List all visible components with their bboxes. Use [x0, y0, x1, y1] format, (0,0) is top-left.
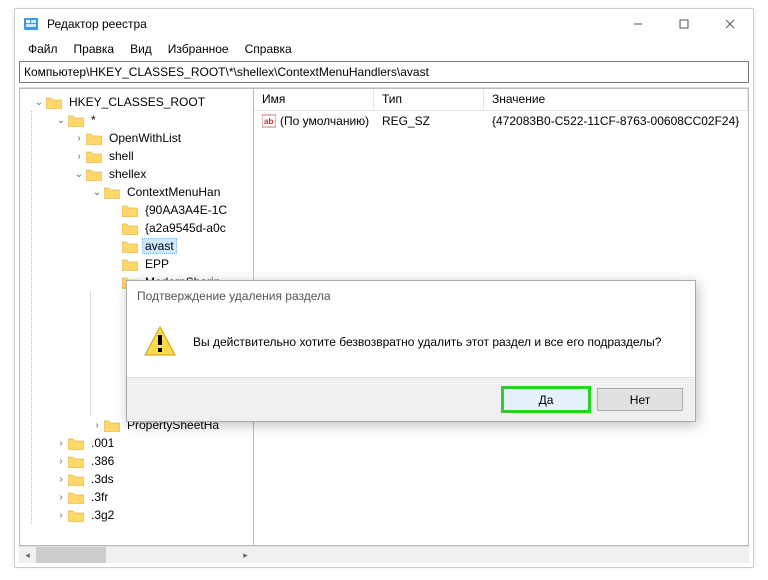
- expand-icon[interactable]: ⌄: [32, 97, 46, 108]
- expand-icon[interactable]: ›: [72, 133, 86, 144]
- tree-node-guid1[interactable]: {90AA3A4E-1C: [32, 201, 253, 219]
- scroll-right-button[interactable]: ▸: [237, 547, 254, 563]
- folder-icon: [122, 222, 138, 235]
- address-text: Компьютер\HKEY_CLASSES_ROOT\*\shellex\Co…: [24, 65, 429, 79]
- folder-icon: [68, 114, 84, 127]
- list-header: Имя Тип Значение: [254, 89, 748, 111]
- svg-text:ab: ab: [264, 117, 273, 126]
- folder-icon: [104, 186, 120, 199]
- scroll-left-button[interactable]: ◂: [19, 547, 36, 563]
- menu-view[interactable]: Вид: [123, 40, 159, 58]
- tree-node-openwith[interactable]: › OpenWithList: [32, 129, 253, 147]
- tree-node-3g2[interactable]: › .3g2: [32, 506, 253, 524]
- folder-icon: [122, 240, 138, 253]
- expand-icon[interactable]: ›: [54, 456, 68, 467]
- col-name[interactable]: Имя: [254, 89, 374, 110]
- expand-icon[interactable]: ›: [72, 151, 86, 162]
- tree-node-shell[interactable]: › shell: [32, 147, 253, 165]
- window-title: Редактор реестра: [47, 17, 147, 31]
- list-row-default[interactable]: ab (По умолчанию) REG_SZ {472083B0-C522-…: [254, 111, 748, 129]
- folder-icon: [86, 132, 102, 145]
- expand-icon[interactable]: ›: [54, 492, 68, 503]
- maximize-button[interactable]: [661, 9, 707, 39]
- minimize-button[interactable]: [615, 9, 661, 39]
- expand-icon[interactable]: ⌄: [54, 115, 68, 126]
- menu-file[interactable]: Файл: [21, 40, 65, 58]
- expand-icon[interactable]: ›: [90, 420, 104, 431]
- expand-icon[interactable]: ›: [54, 438, 68, 449]
- tree-node-avast[interactable]: avast: [32, 237, 253, 255]
- menu-favorites[interactable]: Избранное: [161, 40, 236, 58]
- tree-node-star[interactable]: ⌄ *: [32, 111, 253, 129]
- yes-button[interactable]: Да: [503, 388, 589, 411]
- string-value-icon: ab: [262, 114, 276, 128]
- expand-icon[interactable]: ›: [54, 510, 68, 521]
- folder-icon: [68, 437, 84, 450]
- cell-value: {472083B0-C522-11CF-8763-00608CC02F24}: [484, 114, 748, 128]
- expand-icon[interactable]: ⌄: [90, 187, 104, 198]
- menubar: Файл Правка Вид Избранное Справка: [15, 39, 753, 59]
- cell-type: REG_SZ: [374, 114, 484, 128]
- tree-node-3ds[interactable]: › .3ds: [32, 470, 253, 488]
- horizontal-scrollbar[interactable]: ◂ ▸: [19, 546, 749, 563]
- tree-node-001[interactable]: › .001: [32, 434, 253, 452]
- close-button[interactable]: [707, 9, 753, 39]
- folder-icon: [46, 96, 62, 109]
- tree-node-386[interactable]: › .386: [32, 452, 253, 470]
- titlebar: Редактор реестра: [15, 9, 753, 39]
- folder-icon: [122, 204, 138, 217]
- no-button[interactable]: Нет: [597, 388, 683, 411]
- confirm-delete-dialog: Подтверждение удаления раздела Вы действ…: [126, 280, 696, 422]
- tree-node-3fr[interactable]: › .3fr: [32, 488, 253, 506]
- folder-icon: [86, 168, 102, 181]
- folder-icon: [68, 509, 84, 522]
- col-type[interactable]: Тип: [374, 89, 484, 110]
- tree-node-epp[interactable]: EPP: [32, 255, 253, 273]
- folder-icon: [122, 258, 138, 271]
- folder-icon: [68, 455, 84, 468]
- tree-node-hkcr[interactable]: ⌄ HKEY_CLASSES_ROOT: [24, 93, 253, 111]
- folder-icon: [104, 419, 120, 432]
- col-value[interactable]: Значение: [484, 89, 748, 110]
- regedit-icon: [23, 16, 39, 32]
- scroll-thumb[interactable]: [36, 547, 106, 563]
- dialog-message: Вы действительно хотите безвозвратно уда…: [193, 335, 661, 349]
- tree-node-guid2[interactable]: {a2a9545d-a0c: [32, 219, 253, 237]
- warning-icon: [143, 325, 177, 359]
- menu-help[interactable]: Справка: [238, 40, 299, 58]
- dialog-title: Подтверждение удаления раздела: [127, 281, 695, 311]
- tree-node-cmh[interactable]: ⌄ ContextMenuHan: [32, 183, 253, 201]
- address-bar[interactable]: Компьютер\HKEY_CLASSES_ROOT\*\shellex\Co…: [19, 61, 749, 83]
- expand-icon[interactable]: ›: [54, 474, 68, 485]
- folder-icon: [86, 150, 102, 163]
- tree-node-shellex[interactable]: ⌄ shellex: [32, 165, 253, 183]
- menu-edit[interactable]: Правка: [67, 40, 122, 58]
- folder-icon: [68, 491, 84, 504]
- cell-name: (По умолчанию): [280, 114, 369, 128]
- folder-icon: [68, 473, 84, 486]
- expand-icon[interactable]: ⌄: [72, 169, 86, 180]
